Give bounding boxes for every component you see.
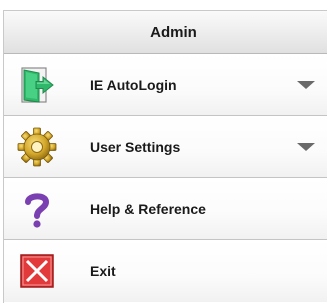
menu-item-ie-autologin[interactable]: IE AutoLogin — [4, 54, 327, 116]
autologin-door-icon — [17, 65, 57, 105]
chevron-down-icon[interactable] — [297, 142, 315, 151]
menu-item-label: User Settings — [90, 138, 181, 155]
admin-menu-panel: Admin IE AutoLogin User Settings Help & … — [3, 10, 327, 303]
menu-item-label: Exit — [90, 263, 116, 279]
chevron-down-icon[interactable] — [297, 80, 315, 89]
menu-item-user-settings[interactable]: User Settings — [4, 116, 327, 178]
menu-item-label: IE AutoLogin — [90, 76, 177, 93]
close-x-icon — [17, 251, 57, 291]
question-mark-icon — [17, 189, 57, 229]
menu-item-exit[interactable]: Exit — [4, 240, 327, 302]
menu-item-help-reference[interactable]: Help & Reference — [4, 178, 327, 240]
menu-item-label: Help & Reference — [90, 200, 206, 217]
menu-header: Admin — [4, 11, 327, 54]
gear-icon — [17, 127, 57, 167]
menu-title: Admin — [150, 23, 197, 41]
